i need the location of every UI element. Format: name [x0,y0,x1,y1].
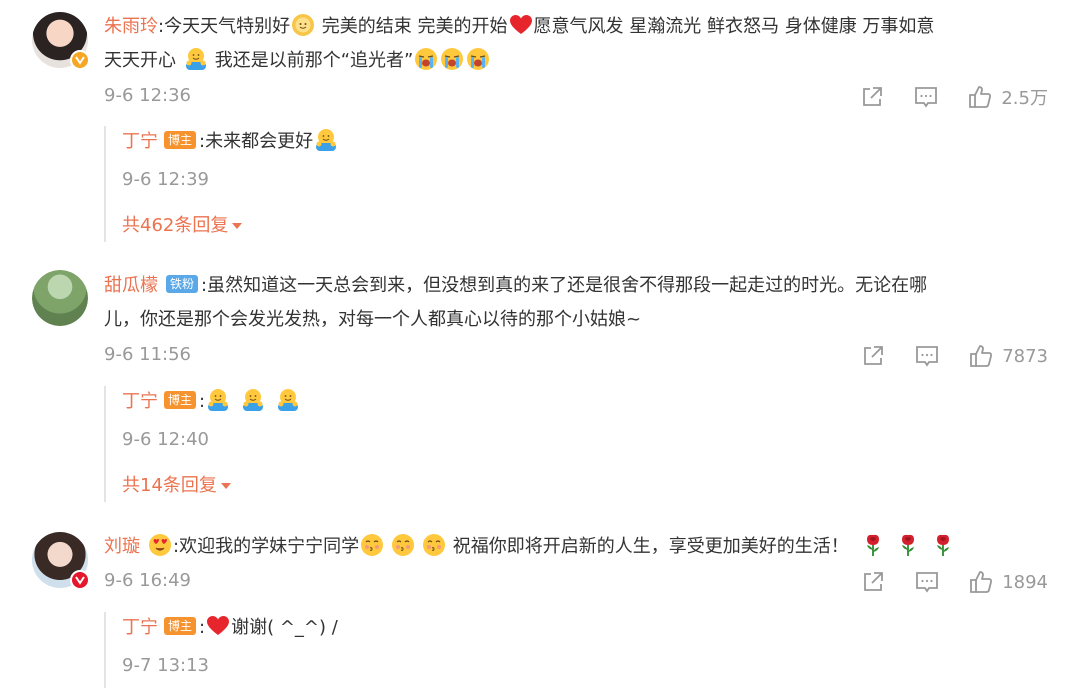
share-button[interactable] [860,343,886,369]
share-icon [860,569,886,595]
comment-time: 9-6 11:56 [104,344,191,365]
kiss-emoji-icon [391,533,415,557]
caret-down-icon [231,220,243,232]
comment-text-part: :欢迎我的学妹宁宁同学 [173,536,360,557]
comment-content: 甜瓜檬 铁粉:虽然知道这一天总会到来，但没想到真的来了还是很舍不得那段一起走过的时… [104,269,1048,337]
reply-block: 丁宁 博主:未来都会更好 9-6 12:39 共462条回复 [104,126,339,242]
rose-emoji-icon [861,533,885,557]
reply-user-name[interactable]: 丁宁 [122,617,158,638]
blogger-badge: 博主 [164,617,197,635]
user-name[interactable]: 朱雨玲 [104,16,158,37]
view-replies-link[interactable]: 共14条回复 [122,470,232,502]
heart-emoji-icon [509,13,533,37]
reply-text: 谢谢( ^_^) / [231,617,338,638]
comment-1: 朱雨玲:今天天气特别好 完美的结束 完美的开始 愿意气风发 星瀚流光 鲜衣怒马 身… [0,0,1080,250]
share-button[interactable] [860,569,886,595]
blogger-badge: 博主 [164,391,197,409]
cry-emoji-icon [466,47,490,71]
comment-3: 刘璇 :欢迎我的学妹宁宁同学 祝福你即将开启新的人生，享受更加美好的生活！ 9-6… [0,522,1080,688]
reply-time: 9-6 12:40 [122,429,209,450]
comment-text-part: :虽然知道这一天总会到来，但没想到真的来了还是很舍不得那段一起走过的时光。无论在… [201,275,928,296]
like-button[interactable]: 7873 [968,343,1048,369]
like-count: 7873 [1002,345,1048,367]
share-icon [860,343,886,369]
avatar[interactable] [32,12,90,70]
thumbs-up-icon [967,84,993,110]
kiss-emoji-icon [360,533,384,557]
view-replies-label: 共462条回复 [122,215,229,236]
comment-text-part: :今天天气特别好 [158,16,291,37]
comment-time: 9-6 16:49 [104,570,191,591]
comment-text-part: 天天开心 [104,50,176,71]
comment-button[interactable] [914,569,940,595]
hug-emoji-icon [314,128,338,152]
avatar-image [32,270,88,326]
comment-icon [914,569,940,595]
blogger-badge: 博主 [164,131,197,149]
user-name[interactable]: 刘璇 [104,536,140,557]
reply-time: 9-6 12:39 [122,169,209,190]
comment-text-part: 儿，你还是那个会发光发热，对每一个人都真心以待的那个小姑娘~ [104,309,642,330]
reply-user-name[interactable]: 丁宁 [122,391,158,412]
comment-icon [913,84,939,110]
share-button[interactable] [859,84,885,110]
view-replies-label: 共14条回复 [122,475,217,496]
like-count: 2.5万 [1001,88,1048,109]
rose-emoji-icon [931,533,955,557]
comment-icon [914,343,940,369]
caret-down-icon [220,480,232,492]
share-icon [859,84,885,110]
hug-emoji-icon [206,388,230,412]
comment-2: 甜瓜檬 铁粉:虽然知道这一天总会到来，但没想到真的来了还是很舍不得那段一起走过的时… [0,262,1080,512]
cry-emoji-icon [414,47,438,71]
avatar[interactable] [32,532,90,590]
reply-block: 丁宁 博主: 9-6 12:40 共14条回复 [104,386,301,502]
like-count: 1894 [1002,571,1048,593]
hug-emoji-icon [241,388,265,412]
heart-emoji-icon [206,614,230,638]
reply-text: : [199,391,206,412]
verified-badge-icon [70,570,90,590]
comment-button[interactable] [913,84,939,110]
avatar[interactable] [32,270,88,326]
reply-time: 9-7 13:13 [122,655,209,676]
thumbs-up-icon [968,343,994,369]
like-button[interactable]: 2.5万 [967,84,1048,110]
thumbs-up-icon [968,569,994,595]
comment-content: 朱雨玲:今天天气特别好 完美的结束 完美的开始 愿意气风发 星瀚流光 鲜衣怒马 身… [104,10,1048,78]
user-name[interactable]: 甜瓜檬 [104,275,158,296]
comment-text-part: 愿意气风发 星瀚流光 鲜衣怒马 身体健康 万事如意 [533,16,935,37]
verified-badge-icon [70,50,90,70]
reply-block: 丁宁 博主: 谢谢( ^_^) / 9-7 13:13 [104,612,338,688]
comment-button[interactable] [914,343,940,369]
sun-emoji-icon [291,13,315,37]
comment-time: 9-6 12:36 [104,85,191,106]
reply-user-name[interactable]: 丁宁 [122,131,158,152]
kiss-emoji-icon [422,533,446,557]
like-button[interactable]: 1894 [968,569,1048,595]
comment-text-part: 完美的结束 完美的开始 [316,16,508,37]
rose-emoji-icon [896,533,920,557]
hug-emoji-icon [276,388,300,412]
comment-text-part: 我还是以前那个“追光者” [209,50,414,71]
comment-content: 刘璇 :欢迎我的学妹宁宁同学 祝福你即将开启新的人生，享受更加美好的生活！ [104,530,1048,564]
reply-text: :未来都会更好 [199,131,314,152]
hug-emoji-icon [184,47,208,71]
view-replies-link[interactable]: 共462条回复 [122,210,243,242]
heart-eyes-emoji-icon [148,533,172,557]
fan-badge: 铁粉 [166,275,199,293]
cry-emoji-icon [440,47,464,71]
comment-text-part: 祝福你即将开启新的人生，享受更加美好的生活！ [447,536,849,557]
